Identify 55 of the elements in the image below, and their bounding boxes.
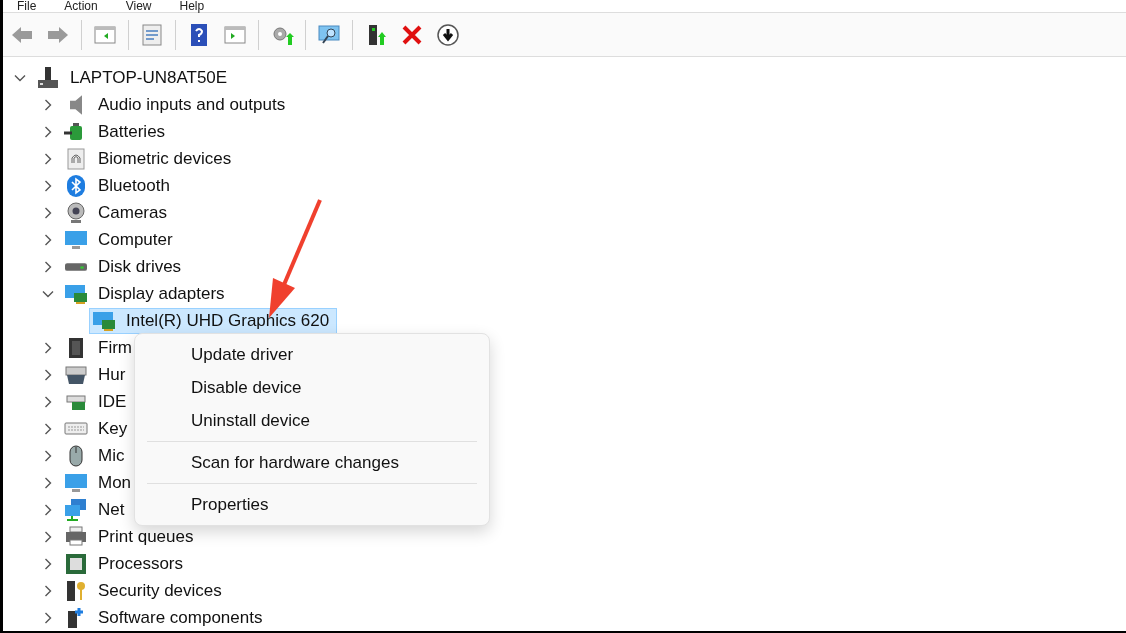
tree-item[interactable]: Display adapters [61,280,233,307]
menu-item[interactable]: Help [179,0,205,13]
tree-item-label: IDE [97,390,128,413]
tree-item[interactable]: Bluetooth [61,172,178,199]
tree-item-label: Computer [97,228,174,251]
tree-item-label: Bluetooth [97,174,171,197]
tree-item-label: Cameras [97,201,168,224]
tree-item-label: Net [97,498,126,521]
tree-item-label: Software components [97,606,264,629]
webcam-icon [64,200,88,225]
tree-item[interactable]: Cameras [61,199,175,226]
tree-item-label: Firm [97,336,133,359]
printer-icon [64,524,88,549]
tree-item-label: Display adapters [97,282,226,305]
menu-item[interactable]: File [17,0,37,13]
speaker-icon [70,94,82,115]
tree-item[interactable]: IDE [61,388,135,415]
menu-item[interactable]: Action [64,0,98,13]
tree-item-label: Processors [97,552,185,575]
tree-item[interactable]: Intel(R) UHD Graphics 620 [89,307,338,334]
tree-item-label: LAPTOP-UN8AT50E [69,66,229,89]
tree-item[interactable]: Hur [61,361,134,388]
tree-item[interactable]: Processors [61,550,192,577]
disk-drive-icon [65,262,87,271]
tree-item[interactable]: Audio inputs and outputs [61,91,294,118]
tree-item-label: Print queues [97,525,195,548]
tree-item-label: Key [97,417,129,440]
computer-tower-icon [36,65,60,90]
tree-item[interactable]: Mic [61,442,133,469]
key-device-icon [64,578,88,603]
tree-item[interactable]: Security devices [61,577,230,604]
tree-item-label: Intel(R) UHD Graphics 620 [125,309,331,332]
tree-item-label: Mic [97,444,126,467]
tree-item[interactable]: Biometric devices [61,145,240,172]
tree-item[interactable]: Key [61,415,136,442]
tree-item[interactable]: Software components [61,604,271,631]
tree-item-label: Mon [97,471,133,494]
context-menu-item[interactable]: Uninstall device [135,404,489,437]
tree-item-label: Hur [97,363,127,386]
tree-item-label: Disk drives [97,255,183,278]
tree-item-label: Biometric devices [97,147,233,170]
bluetooth-icon [64,173,88,198]
tree-item[interactable]: Computer [61,226,181,253]
menu-item[interactable]: View [125,0,152,13]
tree-item[interactable]: Batteries [61,118,174,145]
processor-icon [64,551,88,576]
tree-item-label: Audio inputs and outputs [97,93,287,116]
tree-item-label: Batteries [97,120,167,143]
tree-item[interactable]: Net [61,496,133,523]
context-menu-item[interactable]: Disable device [135,371,489,404]
tree-item[interactable]: Disk drives [61,253,190,280]
tree-item-label: Security devices [97,579,223,602]
tree-item[interactable]: LAPTOP-UN8AT50E [33,64,236,91]
network-icon [64,497,88,522]
tree-item[interactable]: Print queues [61,523,202,550]
